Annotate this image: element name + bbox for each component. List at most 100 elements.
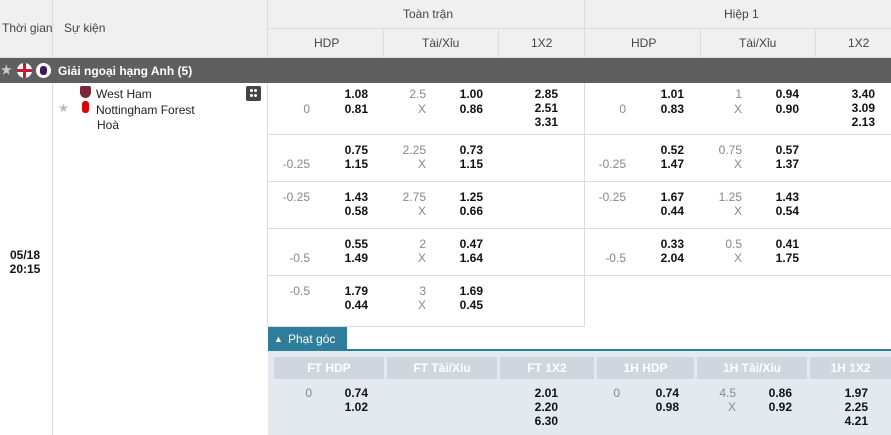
h1-hdp-home-odd[interactable]: 0.33 [646, 237, 684, 251]
ft-ou-under-odd[interactable]: 0.45 [445, 298, 483, 312]
h1-ou-line: 0.75 [718, 143, 742, 157]
ft-ou-x: X [417, 204, 426, 218]
ft-hdp-line: -0.5 [289, 284, 310, 298]
h1-1x2-home-odd[interactable]: 3.40 [837, 87, 875, 101]
h1-hdp-line: -0.25 [598, 190, 626, 204]
corner-h1-1x2-home-odd[interactable]: 1.97 [830, 386, 868, 400]
corner-ft-1x2-draw-odd[interactable]: 6.30 [520, 414, 558, 428]
h1-hdp-away-odd[interactable]: 2.04 [646, 251, 684, 265]
h1-ou-x: X [733, 251, 742, 265]
corner-ft-hdp-header: FT HDP [274, 357, 384, 379]
odds-row [268, 276, 585, 327]
h1-hdp-away-odd[interactable]: 0.83 [646, 102, 684, 116]
ft-ou-x: X [417, 251, 426, 265]
ft-1x2-header: 1X2 [531, 36, 553, 50]
time-column-header: Thời gian [2, 21, 53, 35]
premier-league-icon [36, 63, 51, 78]
h1-1x2-away-odd[interactable]: 3.09 [837, 101, 875, 115]
ft-ou-x: X [417, 102, 426, 116]
corner-ft-1x2-away-odd[interactable]: 2.20 [520, 400, 558, 414]
ft-hdp-home-odd[interactable]: 1.79 [330, 284, 368, 298]
corner-h1-1x2-draw-odd[interactable]: 4.21 [830, 414, 868, 428]
corner-ft-1x2-home-odd[interactable]: 2.01 [520, 386, 558, 400]
ft-ou-under-odd[interactable]: 0.86 [445, 102, 483, 116]
match-datetime: 05/18 20:15 [5, 248, 45, 276]
favorite-star-icon[interactable]: ★ [58, 101, 69, 115]
h1-1x2-draw-odd[interactable]: 2.13 [837, 115, 875, 129]
ft-ou-line: 2 [419, 237, 426, 251]
ft-1x2-home-odd[interactable]: 2.85 [520, 87, 558, 101]
corner-h1-hdp-home-odd[interactable]: 0.74 [641, 386, 679, 400]
h1-ou-x: X [733, 102, 742, 116]
ft-ou-line: 3 [419, 284, 426, 298]
h1-hdp-away-odd[interactable]: 0.44 [646, 204, 684, 218]
h1-ou-over-odd[interactable]: 0.41 [761, 237, 799, 251]
h1-ou-over-odd[interactable]: 1.43 [761, 190, 799, 204]
corner-h1-ou-line: 4.5 [719, 386, 736, 400]
h1-hdp-header: HDP [631, 36, 657, 50]
ft-hdp-home-odd[interactable]: 0.75 [330, 143, 368, 157]
corner-ft-hdp-line: 0 [305, 386, 312, 400]
h1-hdp-home-odd[interactable]: 1.67 [646, 190, 684, 204]
corner-ft-hdp-away-odd[interactable]: 1.02 [330, 400, 368, 414]
nottingham-forest-crest-icon [82, 101, 89, 113]
corner-h1-1x2-header: 1H 1X2 [810, 357, 891, 379]
chevron-up-icon: ▲ [274, 334, 283, 344]
full-match-header: Toàn trận [403, 7, 454, 21]
corner-h1-hdp-line: 0 [613, 386, 620, 400]
corner-ft-ou-header: FT Tài/Xỉu [387, 357, 497, 379]
h1-hdp-away-odd[interactable]: 1.47 [646, 157, 684, 171]
match-date: 05/18 [9, 248, 41, 262]
ft-1x2-draw-odd[interactable]: 3.31 [520, 115, 558, 129]
ft-1x2-away-odd[interactable]: 2.51 [520, 101, 558, 115]
h1-ou-over-odd[interactable]: 0.94 [761, 87, 799, 101]
ft-ou-over-odd[interactable]: 0.47 [445, 237, 483, 251]
corner-h1-hdp-away-odd[interactable]: 0.98 [641, 400, 679, 414]
h1-hdp-line: 0 [619, 102, 626, 116]
corner-h1-ou-under-odd[interactable]: 0.92 [754, 400, 792, 414]
ft-hdp-away-odd[interactable]: 1.49 [330, 251, 368, 265]
ft-hdp-home-odd[interactable]: 1.43 [330, 190, 368, 204]
corner-h1-ou-over-odd[interactable]: 0.86 [754, 386, 792, 400]
corner-h1-1x2-away-odd[interactable]: 2.25 [830, 400, 868, 414]
corner-ft-hdp-home-odd[interactable]: 0.74 [330, 386, 368, 400]
ft-ou-over-odd[interactable]: 1.25 [445, 190, 483, 204]
ft-hdp-line: -0.25 [282, 157, 310, 171]
h1-ou-over-odd[interactable]: 0.57 [761, 143, 799, 157]
ft-hdp-header: HDP [314, 36, 340, 50]
away-team[interactable]: Nottingham Forest [96, 103, 195, 117]
ft-ou-under-odd[interactable]: 1.15 [445, 157, 483, 171]
ft-hdp-away-odd[interactable]: 0.44 [330, 298, 368, 312]
ft-hdp-home-odd[interactable]: 1.08 [330, 87, 368, 101]
league-bar[interactable]: ★ Giải ngoại hạng Anh (5) [0, 58, 891, 83]
ft-ou-under-odd[interactable]: 1.64 [445, 251, 483, 265]
ft-hdp-away-odd[interactable]: 0.58 [330, 204, 368, 218]
corner-h1-ou-x: X [727, 400, 736, 414]
h1-ou-under-odd[interactable]: 0.54 [761, 204, 799, 218]
ft-hdp-line: -0.5 [289, 251, 310, 265]
ft-ou-line: 2.75 [402, 190, 426, 204]
stats-icon[interactable] [246, 86, 261, 101]
star-icon[interactable]: ★ [1, 63, 12, 77]
ft-hdp-home-odd[interactable]: 0.55 [330, 237, 368, 251]
ft-hdp-line: -0.25 [282, 190, 310, 204]
h1-ou-under-odd[interactable]: 1.37 [761, 157, 799, 171]
ft-ou-under-odd[interactable]: 0.66 [445, 204, 483, 218]
ft-hdp-line: 0 [303, 102, 310, 116]
h1-ou-x: X [733, 204, 742, 218]
ft-ou-over-odd[interactable]: 0.73 [445, 143, 483, 157]
match-time: 20:15 [9, 262, 41, 276]
ft-ou-over-odd[interactable]: 1.69 [445, 284, 483, 298]
tab-corner[interactable]: ▲ Phạt góc [268, 327, 347, 351]
home-team[interactable]: West Ham [96, 87, 152, 101]
h1-hdp-home-odd[interactable]: 0.52 [646, 143, 684, 157]
ft-hdp-away-odd[interactable]: 0.81 [330, 102, 368, 116]
h1-hdp-home-odd[interactable]: 1.01 [646, 87, 684, 101]
ft-ou-line: 2.25 [402, 143, 426, 157]
h1-ou-under-odd[interactable]: 1.75 [761, 251, 799, 265]
ft-hdp-away-odd[interactable]: 1.15 [330, 157, 368, 171]
h1-ou-under-odd[interactable]: 0.90 [761, 102, 799, 116]
england-flag-icon [17, 63, 32, 78]
h1-hdp-line: -0.25 [598, 157, 626, 171]
ft-ou-over-odd[interactable]: 1.00 [445, 87, 483, 101]
